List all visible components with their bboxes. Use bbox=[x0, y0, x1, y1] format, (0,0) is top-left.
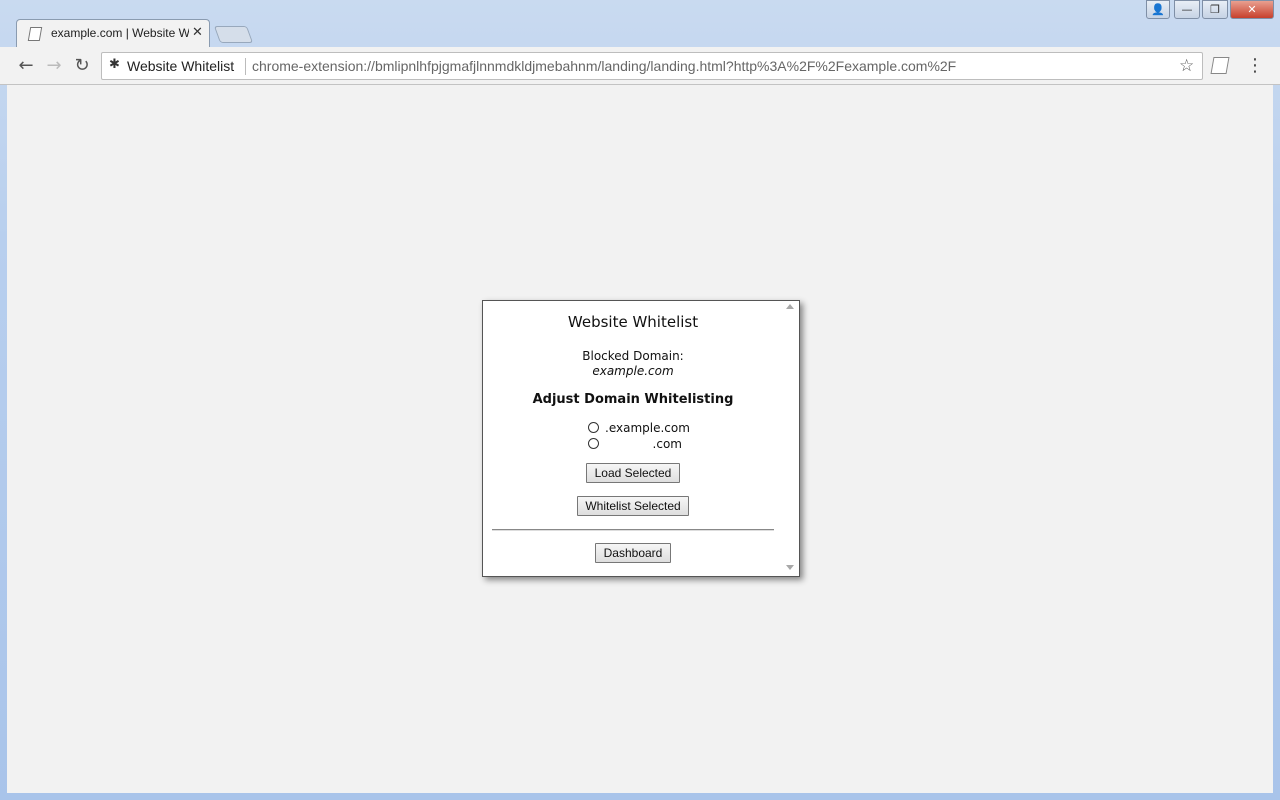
omnibox-divider bbox=[245, 58, 246, 75]
popup-scrollbar[interactable] bbox=[783, 301, 799, 576]
domain-option[interactable]: .example.com bbox=[588, 421, 698, 435]
domain-option-label: .com bbox=[652, 437, 682, 451]
title-bar: example.com | Website Whitelist ✕ 👤 — ❐ … bbox=[0, 0, 1280, 48]
close-tab-icon[interactable]: ✕ bbox=[192, 25, 203, 40]
browser-toolbar: ← → ↻ ✱ Website Whitelist chrome-extensi… bbox=[0, 47, 1280, 85]
new-tab-button[interactable] bbox=[213, 26, 254, 43]
bookmark-star-icon[interactable]: ☆ bbox=[1179, 56, 1194, 76]
maximize-button[interactable]: ❐ bbox=[1202, 0, 1228, 19]
popup-content: Website Whitelist Blocked Domain: exampl… bbox=[483, 301, 783, 576]
menu-icon[interactable]: ⋮ bbox=[1246, 55, 1264, 77]
extension-chip: Website Whitelist bbox=[127, 58, 235, 74]
load-selected-button[interactable]: Load Selected bbox=[586, 463, 680, 483]
scroll-up-arrow-icon[interactable] bbox=[786, 304, 794, 309]
tab-title: example.com | Website Whitelist bbox=[51, 26, 189, 40]
whitelist-popup: Website Whitelist Blocked Domain: exampl… bbox=[482, 300, 800, 577]
minimize-button[interactable]: — bbox=[1174, 0, 1200, 19]
url-text[interactable]: chrome-extension://bmlipnlhfpjgmafjlnnmd… bbox=[252, 58, 1152, 74]
forward-button[interactable]: → bbox=[43, 55, 65, 77]
tab-active[interactable]: example.com | Website Whitelist ✕ bbox=[16, 19, 210, 48]
domain-option-label: .example.com bbox=[605, 421, 690, 435]
page-viewport: Website Whitelist Blocked Domain: exampl… bbox=[7, 85, 1273, 793]
page-icon bbox=[27, 27, 43, 41]
browser-window: example.com | Website Whitelist ✕ 👤 — ❐ … bbox=[0, 0, 1280, 800]
whitelist-selected-button[interactable]: Whitelist Selected bbox=[577, 496, 689, 516]
extension-icon[interactable] bbox=[1210, 57, 1230, 74]
radio-button[interactable] bbox=[588, 438, 599, 449]
close-window-button[interactable]: ✕ bbox=[1230, 0, 1274, 19]
divider bbox=[492, 529, 774, 531]
puzzle-icon: ✱ bbox=[109, 57, 120, 72]
dashboard-button[interactable]: Dashboard bbox=[595, 543, 671, 563]
popup-title: Website Whitelist bbox=[567, 313, 699, 331]
domain-option[interactable]: .com bbox=[588, 437, 698, 451]
blocked-domain-value: example.com bbox=[592, 364, 674, 378]
window-controls: 👤 — ❐ ✕ bbox=[1146, 0, 1274, 20]
radio-button[interactable] bbox=[588, 422, 599, 433]
back-button[interactable]: ← bbox=[15, 55, 37, 77]
adjust-heading: Adjust Domain Whitelisting bbox=[532, 392, 734, 407]
address-bar[interactable]: ✱ Website Whitelist chrome-extension://b… bbox=[101, 52, 1203, 80]
scroll-down-arrow-icon[interactable] bbox=[786, 565, 794, 570]
reload-button[interactable]: ↻ bbox=[71, 55, 93, 77]
user-icon[interactable]: 👤 bbox=[1146, 0, 1170, 19]
blocked-domain-label: Blocked Domain: bbox=[582, 349, 684, 363]
